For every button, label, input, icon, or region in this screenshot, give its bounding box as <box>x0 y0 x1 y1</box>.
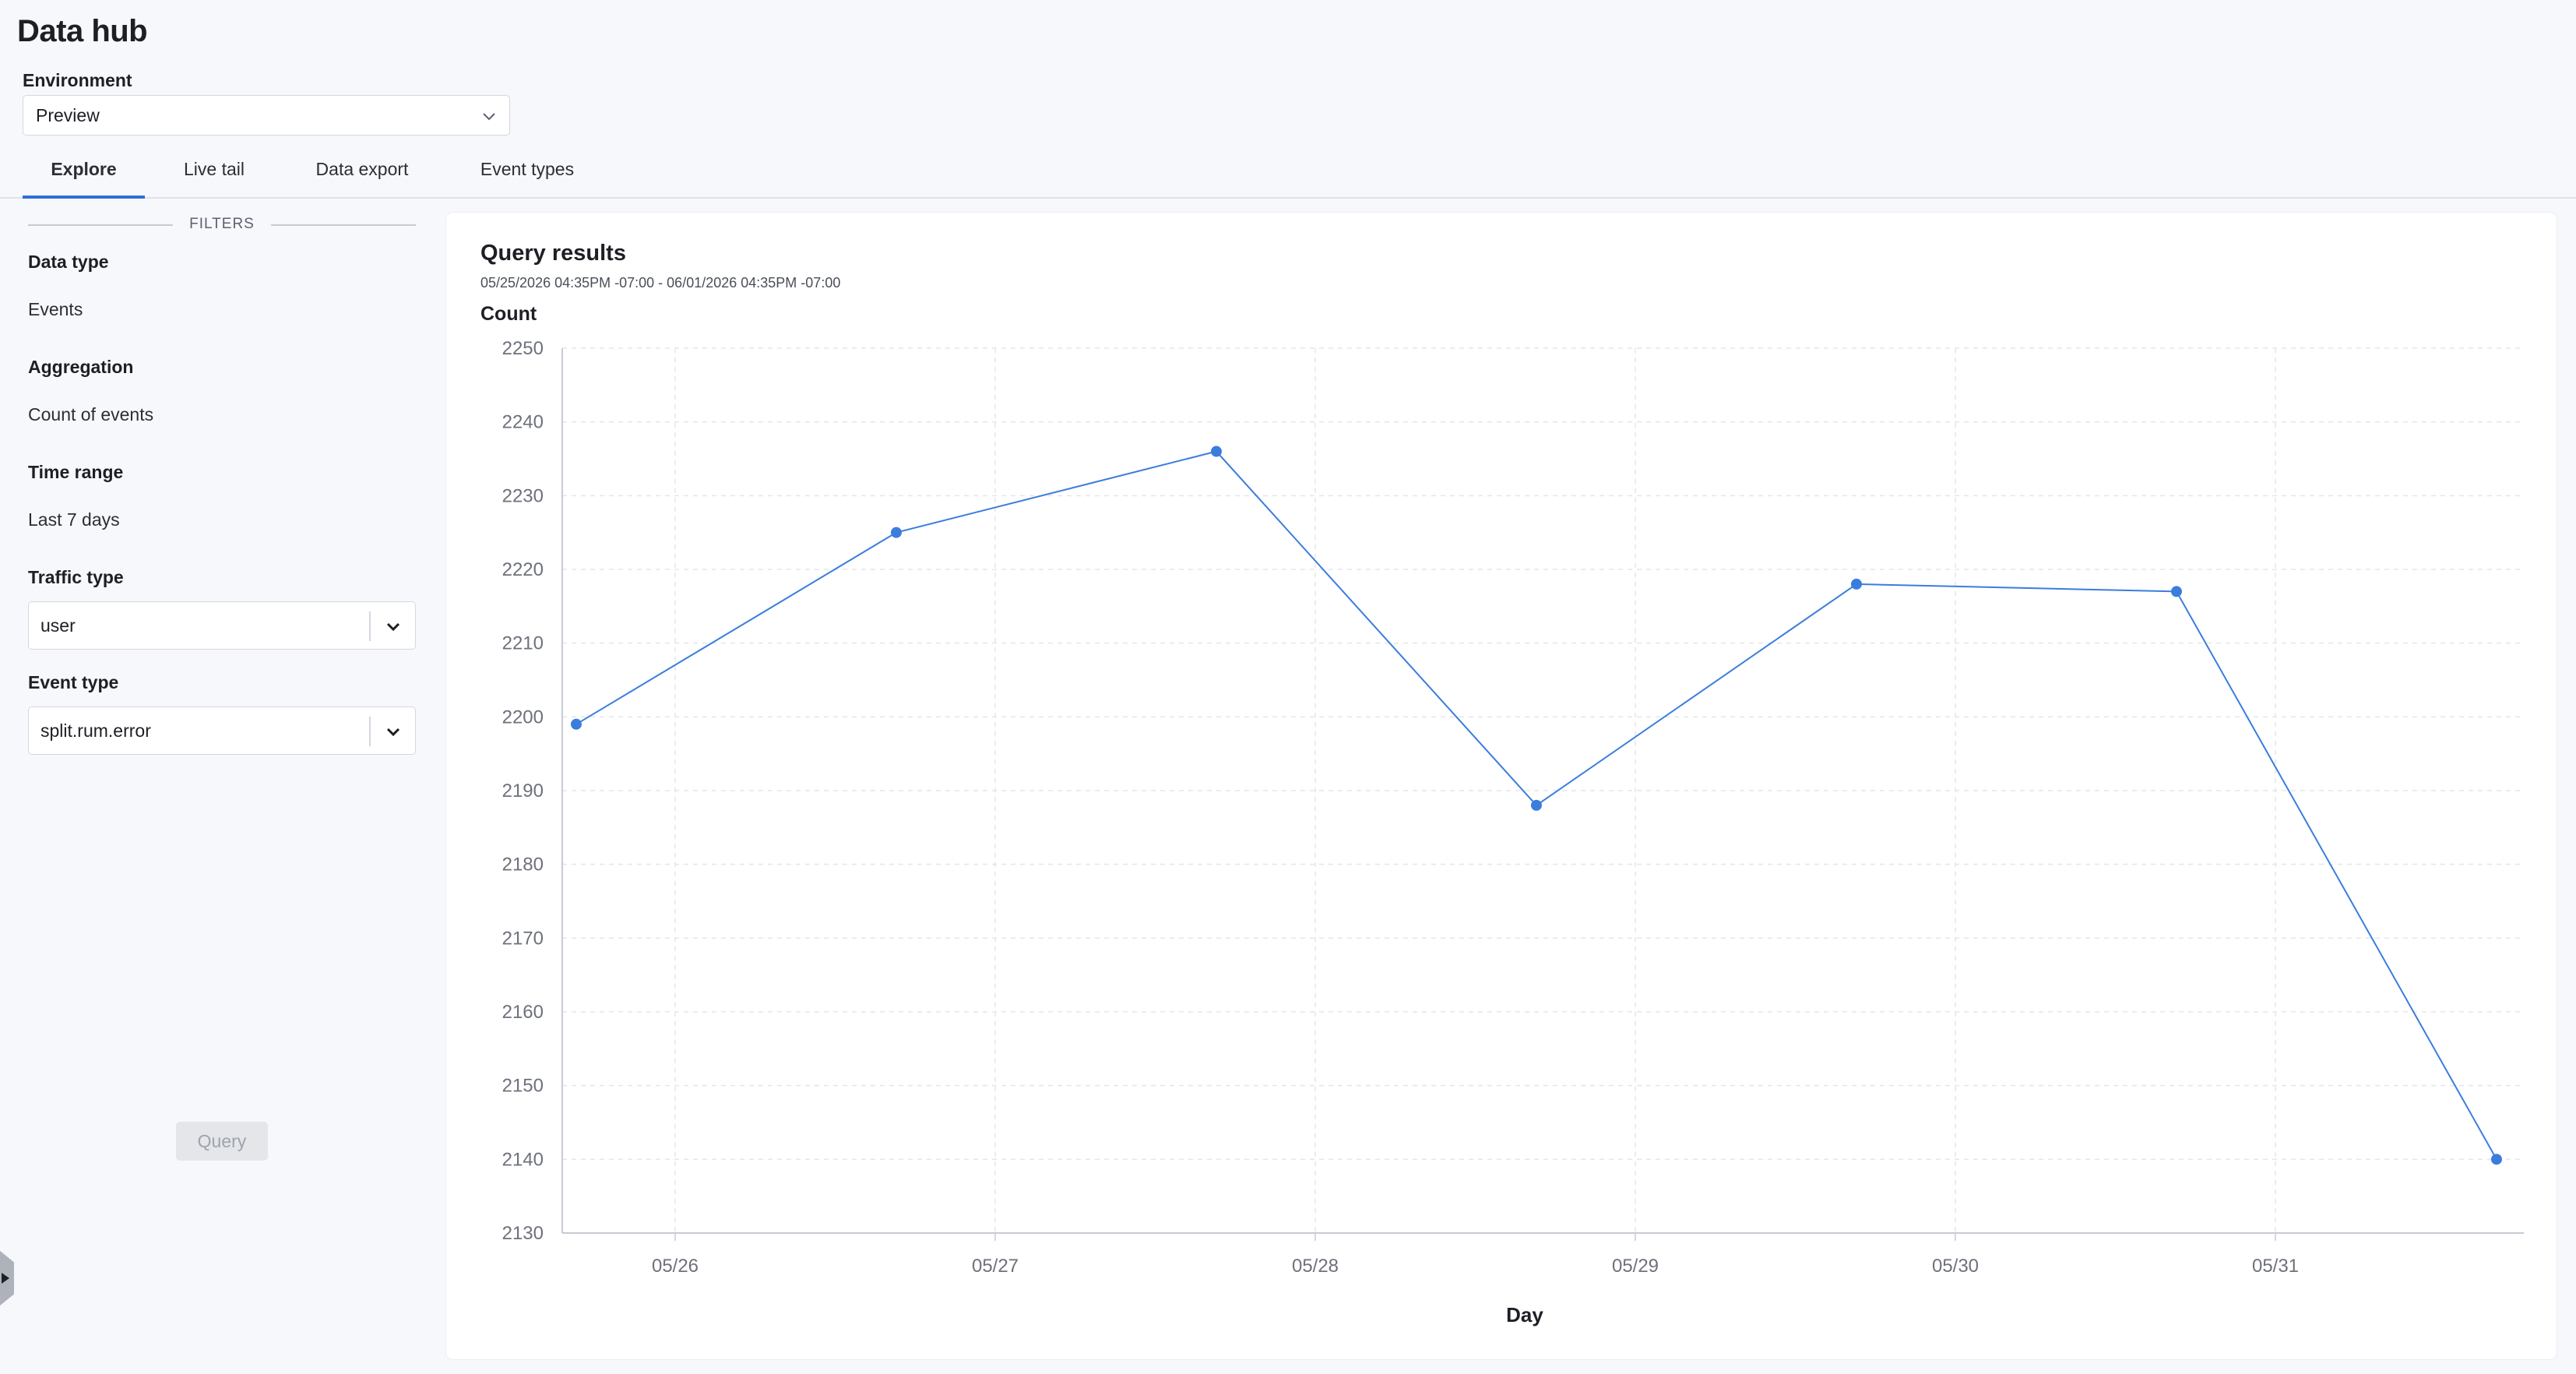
event-type-label: Event type <box>28 672 119 692</box>
chevron-down-icon <box>386 622 400 632</box>
y-tick-label: 2250 <box>502 338 544 359</box>
filters-sidebar: FILTERS Data type Events Aggregation Cou… <box>0 200 438 1374</box>
chevron-down-icon <box>483 113 495 121</box>
y-tick-label: 2210 <box>502 633 544 654</box>
x-tick-label: 05/29 <box>1612 1256 1659 1277</box>
event-type-select[interactable]: split.rum.error <box>28 706 416 755</box>
data-point <box>570 718 582 730</box>
data-point <box>1850 578 1862 590</box>
tab-explore[interactable]: Explore <box>23 159 145 199</box>
data-type-label: Data type <box>28 252 109 272</box>
chevron-down-icon <box>386 728 400 737</box>
y-tick-label: 2130 <box>502 1223 544 1244</box>
x-tick-label: 05/27 <box>972 1256 1019 1277</box>
x-tick-label: 05/31 <box>2252 1256 2299 1277</box>
time-range-value: Last 7 days <box>28 509 120 530</box>
environment-select-value: Preview <box>36 104 100 125</box>
x-tick-label: 05/26 <box>652 1256 699 1277</box>
query-button[interactable]: Query <box>176 1122 268 1161</box>
event-type-value: split.rum.error <box>40 720 151 741</box>
data-point <box>1530 799 1542 811</box>
data-type-value: Events <box>28 299 83 319</box>
y-tick-label: 2230 <box>502 485 544 506</box>
line-chart: 2130 2140 2150 2160 2170 2180 2190 2200 2210 2220… <box>502 338 2524 1277</box>
filters-heading: FILTERS <box>28 214 416 234</box>
x-tick-label: 05/30 <box>1932 1256 1979 1277</box>
y-tick-label: 2170 <box>502 928 544 949</box>
traffic-type-value: user <box>40 615 76 636</box>
y-tick-label: 2190 <box>502 780 544 802</box>
page-title: Data hub <box>17 14 148 48</box>
data-point <box>2490 1154 2502 1165</box>
y-tick-label: 2150 <box>502 1076 544 1097</box>
data-point <box>1210 446 1222 457</box>
query-results-card: Query results 05/25/2026 04:35PM -07:00 … <box>445 212 2557 1360</box>
y-tick-label: 2180 <box>502 854 544 875</box>
time-range-label: Time range <box>28 462 124 482</box>
tab-bar: Explore Live tail Data export Event type… <box>0 148 2576 199</box>
aggregation-label: Aggregation <box>28 357 134 377</box>
x-tick-label: 05/28 <box>1292 1256 1339 1277</box>
traffic-type-label: Traffic type <box>28 567 124 587</box>
data-point <box>890 527 902 538</box>
data-point <box>2170 586 2182 597</box>
tab-event-types[interactable]: Event types <box>472 159 582 199</box>
y-tick-label: 2220 <box>502 559 544 580</box>
tab-data-export[interactable]: Data export <box>305 159 419 199</box>
y-tick-label: 2160 <box>502 1002 544 1023</box>
y-tick-label: 2200 <box>502 706 544 728</box>
y-tick-label: 2140 <box>502 1149 544 1170</box>
environment-label: Environment <box>23 70 132 90</box>
traffic-type-select[interactable]: user <box>28 601 416 650</box>
aggregation-value: Count of events <box>28 404 154 425</box>
y-tick-label: 2240 <box>502 412 544 433</box>
tab-live-tail[interactable]: Live tail <box>173 159 255 199</box>
environment-select[interactable]: Preview <box>23 95 510 136</box>
